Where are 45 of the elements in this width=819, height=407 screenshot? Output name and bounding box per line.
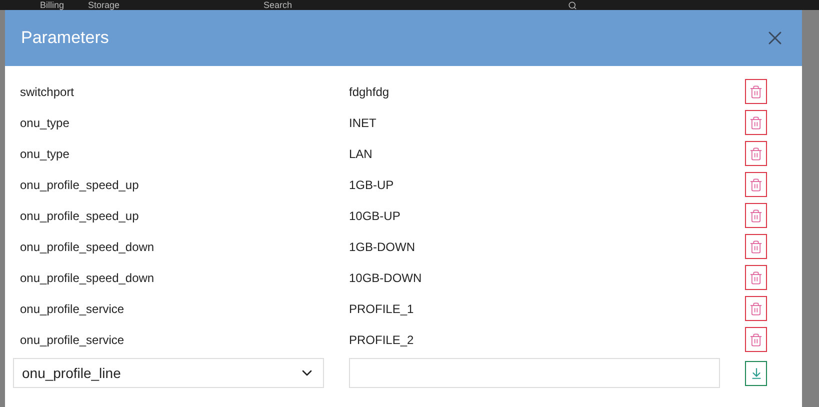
menu-item[interactable]: Storage	[88, 0, 120, 10]
parameter-value: LAN	[349, 146, 374, 162]
parameter-value: 10GB-DOWN	[349, 270, 423, 286]
menu-item[interactable]: Billing	[40, 0, 64, 10]
delete-button[interactable]	[745, 110, 767, 135]
trash-icon	[749, 302, 763, 316]
delete-button[interactable]	[745, 203, 767, 228]
parameter-name: onu_profile_service	[20, 332, 126, 348]
trash-icon	[749, 178, 763, 192]
parameter-value: PROFILE_2	[349, 332, 415, 348]
parameter-value: 1GB-DOWN	[349, 238, 416, 256]
delete-button[interactable]	[745, 172, 767, 197]
trash-icon	[749, 116, 763, 130]
value-field[interactable]	[349, 358, 720, 388]
parameter-name: onu_profile_service	[20, 300, 126, 318]
save-button[interactable]	[745, 360, 767, 386]
delete-button[interactable]	[745, 327, 767, 352]
parameter-value: 10GB-UP	[349, 208, 402, 224]
delete-button[interactable]	[745, 141, 767, 166]
parameter-select[interactable]: onu_profile_line	[13, 358, 324, 388]
parameter-name: onu_type	[20, 146, 70, 162]
search-field[interactable]: Search	[264, 0, 444, 10]
trash-icon	[749, 146, 763, 160]
trash-icon	[749, 208, 763, 222]
parameter-value: fdghfdg	[349, 84, 390, 100]
trash-icon	[749, 332, 763, 346]
delete-button[interactable]	[745, 234, 767, 259]
trash-icon	[749, 270, 763, 284]
parameter-name: onu_profile_speed_down	[20, 270, 156, 286]
parameter-value: 1GB-UP	[349, 176, 395, 194]
parameter-name: onu_type	[20, 114, 70, 132]
delete-button[interactable]	[745, 265, 767, 290]
trash-icon	[749, 84, 763, 98]
parameter-value: INET	[349, 114, 378, 132]
delete-button[interactable]	[745, 79, 767, 104]
search-icon[interactable]	[568, 0, 577, 10]
parameter-name: onu_profile_speed_up	[20, 208, 140, 224]
parameter-name: onu_profile_speed_up	[20, 176, 140, 194]
dialog-title: Parameters	[21, 27, 109, 50]
delete-button[interactable]	[745, 296, 767, 321]
trash-icon	[749, 240, 763, 254]
parameter-name: onu_profile_speed_down	[20, 238, 156, 256]
parameter-value: PROFILE_1	[349, 300, 415, 318]
download-arrow-icon	[750, 366, 762, 380]
parameter-name: switchport	[20, 84, 76, 100]
